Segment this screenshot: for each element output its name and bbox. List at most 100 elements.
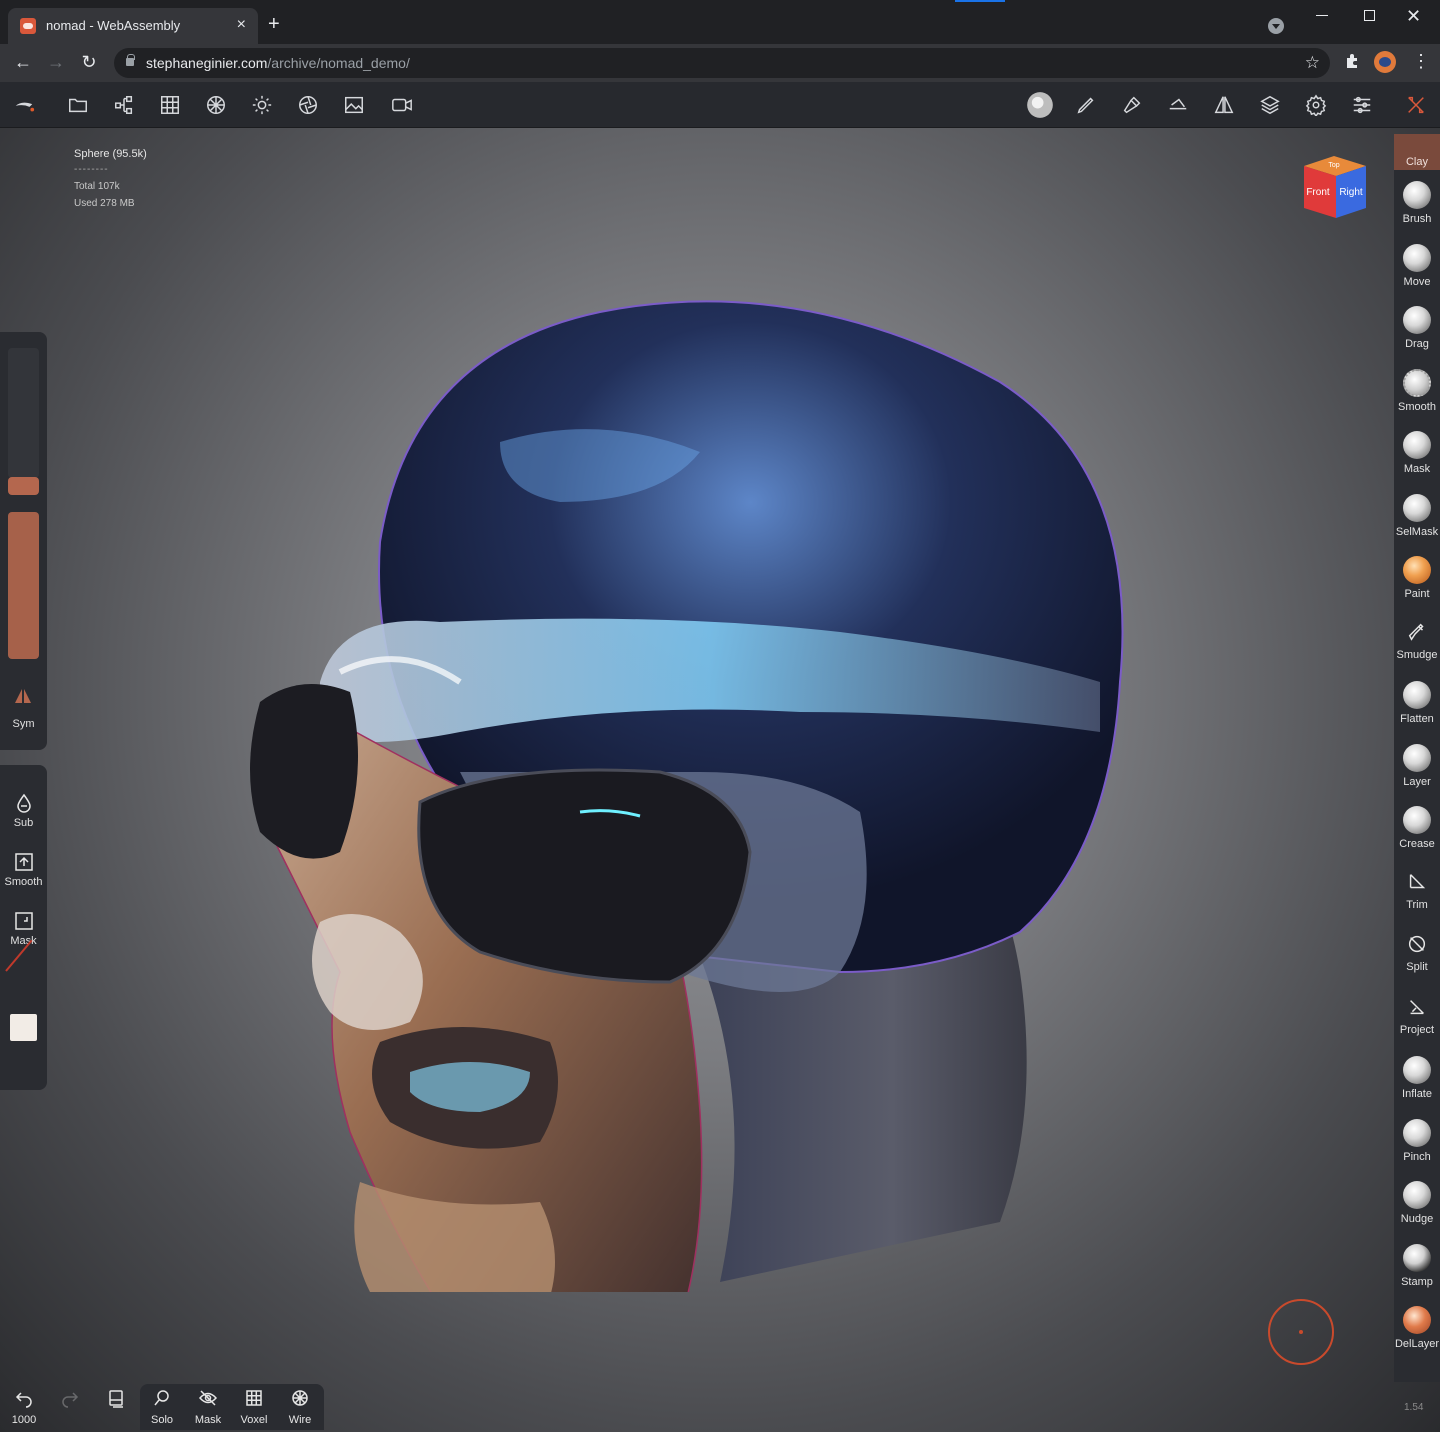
voxel-button[interactable]: Voxel [232,1388,276,1426]
navigation-cube[interactable]: Top Front Right [1300,152,1368,220]
symmetry-toggle-icon[interactable] [14,688,32,704]
tool-column: Clay Brush Move Drag Smooth Mask SelMask… [1394,134,1440,1382]
image-icon[interactable] [342,93,366,117]
tool-smudge[interactable]: Smudge [1394,619,1440,661]
solo-button[interactable]: Solo [140,1388,184,1426]
tool-label: Inflate [1402,1088,1432,1100]
notes-icon [109,1390,123,1408]
tool-dellayer[interactable]: DelLayer [1394,1306,1440,1350]
tool-flatten[interactable]: Flatten [1394,681,1440,725]
mask-box-icon [14,912,33,930]
tool-pinch[interactable]: Pinch [1394,1119,1440,1163]
back-button[interactable]: ← [13,52,33,72]
tab-close-button[interactable]: × [237,16,246,34]
tool-split[interactable]: Split [1394,931,1440,973]
window-close-button[interactable]: ✕ [1406,6,1421,26]
undo-button[interactable]: 1000 [2,1388,46,1426]
brush-icon[interactable] [1074,93,1098,117]
material-ball-icon[interactable] [1026,91,1054,119]
left-tool-panel: Sub Smooth Mask [0,765,47,1090]
maximize-button[interactable] [1364,10,1375,21]
radius-slider-handle[interactable] [8,477,39,495]
drag-ball-icon [1403,306,1431,334]
browser-tab[interactable]: nomad - WebAssembly × [8,8,258,44]
bookmark-star-icon[interactable]: ☆ [1305,53,1320,73]
tool-smooth[interactable]: Smooth [1394,369,1440,413]
sliders-icon[interactable] [1350,93,1374,117]
mask-button[interactable]: Mask [0,911,47,947]
grid-icon[interactable] [158,93,182,117]
sub-button[interactable]: Sub [0,793,47,829]
tool-trim[interactable]: Trim [1394,869,1440,911]
address-bar[interactable]: stephaneginier.com/archive/nomad_demo/ ☆ [114,48,1330,78]
tab-search-icon[interactable] [1268,18,1284,34]
color-picker-ring[interactable] [1268,1299,1334,1365]
tool-label: Stamp [1401,1276,1433,1288]
tool-label: Crease [1399,838,1435,850]
folder-icon[interactable] [66,93,90,117]
wire-button[interactable]: Wire [278,1388,322,1426]
tool-label: Paint [1404,588,1430,600]
profile-avatar[interactable] [1374,51,1396,73]
tool-crease[interactable]: Crease [1394,806,1440,850]
material-icon[interactable] [204,93,228,117]
new-tab-button[interactable]: + [268,14,280,34]
undo-count: 1000 [11,1414,37,1426]
url-text[interactable]: stephaneginier.com/archive/nomad_demo/ [146,55,410,71]
aperture-icon[interactable] [296,93,320,117]
tool-label: Smooth [1398,401,1436,413]
tool-clay[interactable]: Clay [1394,134,1440,170]
redo-button[interactable] [48,1388,92,1413]
tool-icon[interactable] [1120,93,1144,117]
mesh-info-name: Sphere (95.5k) [74,148,147,160]
nomad-logo-icon[interactable] [12,93,36,117]
tool-paint[interactable]: Paint [1394,556,1440,600]
settings-icon[interactable] [1304,93,1328,117]
tool-layer[interactable]: Layer [1394,744,1440,788]
light-icon[interactable] [250,93,274,117]
nudge-ball-icon [1403,1181,1431,1209]
browser-menu-button[interactable]: ⋮ [1412,52,1430,70]
tool-move[interactable]: Move [1394,244,1440,288]
smudge-icon [1405,621,1429,645]
tool-label: Smudge [1396,649,1438,661]
forward-button[interactable]: → [46,52,66,72]
reload-button[interactable]: ↻ [79,52,99,72]
tools-crossed-icon[interactable] [1404,93,1428,117]
tool-brush[interactable]: Brush [1394,181,1440,225]
drop-icon [16,793,31,813]
color-swatch[interactable] [10,1014,37,1041]
tool-label: Layer [1403,776,1431,788]
symmetry-icon[interactable] [1212,93,1236,117]
tool-drag[interactable]: Drag [1394,306,1440,350]
mesh-info-memory: Used 278 MB [74,198,135,209]
tool-project[interactable]: Project [1394,994,1440,1036]
tool-label: Move [1403,276,1431,288]
tool-nudge[interactable]: Nudge [1394,1181,1440,1225]
dellayer-ball-icon [1403,1306,1431,1334]
radius-slider-track[interactable] [8,348,39,478]
smooth-button[interactable]: Smooth [0,852,47,888]
sculpt-head-model[interactable] [240,212,1140,1292]
scene-tree-icon[interactable] [112,93,136,117]
tool-mask[interactable]: Mask [1394,431,1440,475]
navcube-front-label: Front [1306,187,1330,198]
stroke-icon[interactable] [1166,93,1190,117]
sym-label[interactable]: Sym [0,718,47,730]
tool-stamp[interactable]: Stamp [1394,1244,1440,1288]
notes-button[interactable] [94,1388,138,1413]
lock-icon[interactable] [126,54,135,66]
minimize-button[interactable] [1316,15,1328,16]
tool-label: Brush [1402,213,1432,225]
project-icon [1405,996,1429,1020]
extensions-icon[interactable] [1344,53,1360,74]
upload-box-icon [14,853,33,871]
tool-inflate[interactable]: Inflate [1394,1056,1440,1100]
intensity-slider[interactable] [8,512,39,659]
camera-icon[interactable] [390,93,414,117]
paint-ball-icon [1403,556,1431,584]
tool-selmask[interactable]: SelMask [1394,494,1440,538]
layers-icon[interactable] [1258,93,1282,117]
mask-visibility-button[interactable]: Mask [186,1388,230,1426]
wireframe-sphere-icon [292,1390,308,1406]
